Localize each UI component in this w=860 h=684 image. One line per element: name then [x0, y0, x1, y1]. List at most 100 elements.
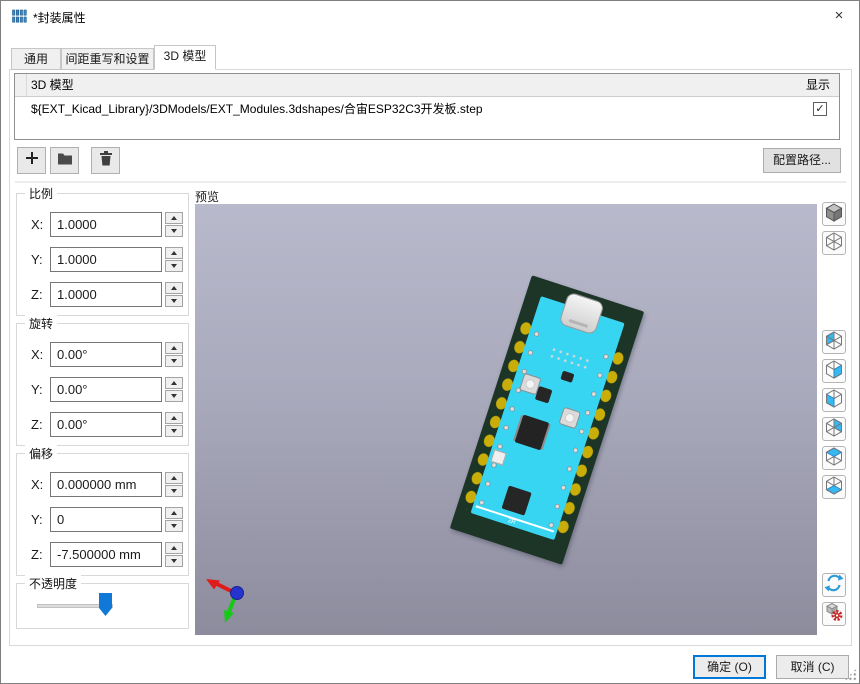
- scale-group: 比例 X: 1.0000 Y: 1.0000 Z: 1.0000: [16, 193, 189, 316]
- table-row[interactable]: ${EXT_Kicad_Library}/3DModels/EXT_Module…: [15, 97, 839, 122]
- toolbar-separator: [15, 181, 846, 183]
- ok-button[interactable]: 确定 (O): [693, 655, 766, 679]
- preview-label: 预览: [195, 188, 219, 205]
- model-path-cell[interactable]: ${EXT_Kicad_Library}/3DModels/EXT_Module…: [31, 97, 483, 122]
- spin-up-button[interactable]: [165, 412, 183, 424]
- spin-down-button[interactable]: [165, 390, 183, 402]
- scale-z-spinner: [165, 282, 183, 307]
- spin-down-button[interactable]: [165, 520, 183, 532]
- pcb-board-3d: 2R: [450, 275, 644, 564]
- spin-up-button[interactable]: [165, 542, 183, 554]
- view-back-button[interactable]: [822, 330, 846, 354]
- spin-down-button[interactable]: [165, 225, 183, 237]
- axis-orientation-icon: [197, 570, 257, 635]
- usb-connector-3d: [558, 291, 605, 335]
- spin-down-button[interactable]: [165, 425, 183, 437]
- offset-x-row: X: 0.000000 mm: [17, 472, 188, 497]
- opacity-group: 不透明度: [16, 583, 189, 629]
- show-checkbox[interactable]: ✓: [813, 102, 827, 116]
- spin-up-button[interactable]: [165, 282, 183, 294]
- column-header-show: 显示: [806, 74, 830, 97]
- rotation-y-row: Y: 0.00°: [17, 377, 188, 402]
- footprint-icon: [11, 8, 27, 24]
- opacity-slider-thumb[interactable]: [99, 593, 112, 616]
- folder-icon: [57, 152, 73, 170]
- spin-up-button[interactable]: [165, 247, 183, 259]
- esp32-chip: [515, 414, 550, 450]
- column-header-model: 3D 模型: [31, 74, 74, 97]
- 3d-preview-viewport[interactable]: 2R: [195, 204, 817, 635]
- model-table-header: 3D 模型 显示: [15, 74, 839, 97]
- rotation-z-row: Z: 0.00°: [17, 412, 188, 437]
- offset-group-title: 偏移: [25, 445, 57, 462]
- scale-x-input[interactable]: 1.0000: [50, 212, 162, 237]
- view-bottom-button[interactable]: [822, 475, 846, 499]
- spin-up-button[interactable]: [165, 342, 183, 354]
- test-pads: [548, 346, 590, 372]
- scale-z-label: Z:: [31, 282, 43, 307]
- add-model-button[interactable]: [17, 147, 46, 174]
- scale-y-spinner: [165, 247, 183, 272]
- titlebar[interactable]: *封装属性 ×: [1, 1, 859, 31]
- rotation-z-label: Z:: [31, 412, 43, 437]
- spin-up-button[interactable]: [165, 212, 183, 224]
- rotation-y-input[interactable]: 0.00°: [50, 377, 162, 402]
- rotation-y-spinner: [165, 377, 183, 402]
- offset-z-label: Z:: [31, 542, 43, 567]
- refresh-icon: [824, 573, 844, 598]
- scale-z-input[interactable]: 1.0000: [50, 282, 162, 307]
- scale-y-row: Y: 1.0000: [17, 247, 188, 272]
- rotation-x-label: X:: [31, 342, 43, 367]
- spin-up-button[interactable]: [165, 472, 183, 484]
- rotation-x-row: X: 0.00°: [17, 342, 188, 367]
- tab-3d-models[interactable]: 3D 模型: [154, 45, 216, 70]
- scale-y-input[interactable]: 1.0000: [50, 247, 162, 272]
- spin-down-button[interactable]: [165, 295, 183, 307]
- spin-down-button[interactable]: [165, 555, 183, 567]
- cube-bottom-face-icon: [823, 474, 845, 501]
- close-icon[interactable]: ×: [819, 1, 859, 31]
- browse-model-button[interactable]: [50, 147, 79, 174]
- cube-back-face-icon: [823, 329, 845, 356]
- view-left-button[interactable]: [822, 388, 846, 412]
- offset-y-spinner: [165, 507, 183, 532]
- spin-down-button[interactable]: [165, 485, 183, 497]
- orthographic-view-button[interactable]: [822, 202, 846, 226]
- plus-icon: [25, 151, 39, 170]
- window-title: *封装属性: [33, 9, 86, 26]
- offset-x-input[interactable]: 0.000000 mm: [50, 472, 162, 497]
- rotation-x-input[interactable]: 0.00°: [50, 342, 162, 367]
- offset-x-label: X:: [31, 472, 43, 497]
- cancel-button[interactable]: 取消 (C): [776, 655, 849, 679]
- cube-front-face-icon: [823, 416, 845, 443]
- cube-top-face-icon: [823, 445, 845, 472]
- gear-cube-icon: [824, 602, 844, 627]
- view-front-button[interactable]: [822, 417, 846, 441]
- rotation-group-title: 旋转: [25, 315, 57, 332]
- rotation-group: 旋转 X: 0.00° Y: 0.00° Z: 0.00°: [16, 323, 189, 446]
- tab-general[interactable]: 通用: [11, 48, 61, 70]
- delete-model-button[interactable]: [91, 147, 120, 174]
- scale-z-row: Z: 1.0000: [17, 282, 188, 307]
- spin-down-button[interactable]: [165, 260, 183, 272]
- silkscreen-text: 2R: [507, 518, 516, 526]
- regulator-chip: [535, 386, 553, 404]
- render-settings-button[interactable]: [822, 602, 846, 626]
- perspective-view-button[interactable]: [822, 231, 846, 255]
- reload-model-button[interactable]: [822, 573, 846, 597]
- rotation-z-input[interactable]: 0.00°: [50, 412, 162, 437]
- spin-up-button[interactable]: [165, 507, 183, 519]
- offset-y-row: Y: 0: [17, 507, 188, 532]
- view-top-button[interactable]: [822, 446, 846, 470]
- offset-z-row: Z: -7.500000 mm: [17, 542, 188, 567]
- rotation-z-spinner: [165, 412, 183, 437]
- offset-z-input[interactable]: -7.500000 mm: [50, 542, 162, 567]
- scale-x-label: X:: [31, 212, 43, 237]
- view-right-button[interactable]: [822, 359, 846, 383]
- spin-down-button[interactable]: [165, 355, 183, 367]
- tab-clearance-overrides[interactable]: 间距重写和设置: [61, 48, 154, 70]
- spin-up-button[interactable]: [165, 377, 183, 389]
- model-table: 3D 模型 显示 ${EXT_Kicad_Library}/3DModels/E…: [14, 73, 840, 140]
- offset-y-input[interactable]: 0: [50, 507, 162, 532]
- configure-paths-button[interactable]: 配置路径...: [763, 148, 841, 173]
